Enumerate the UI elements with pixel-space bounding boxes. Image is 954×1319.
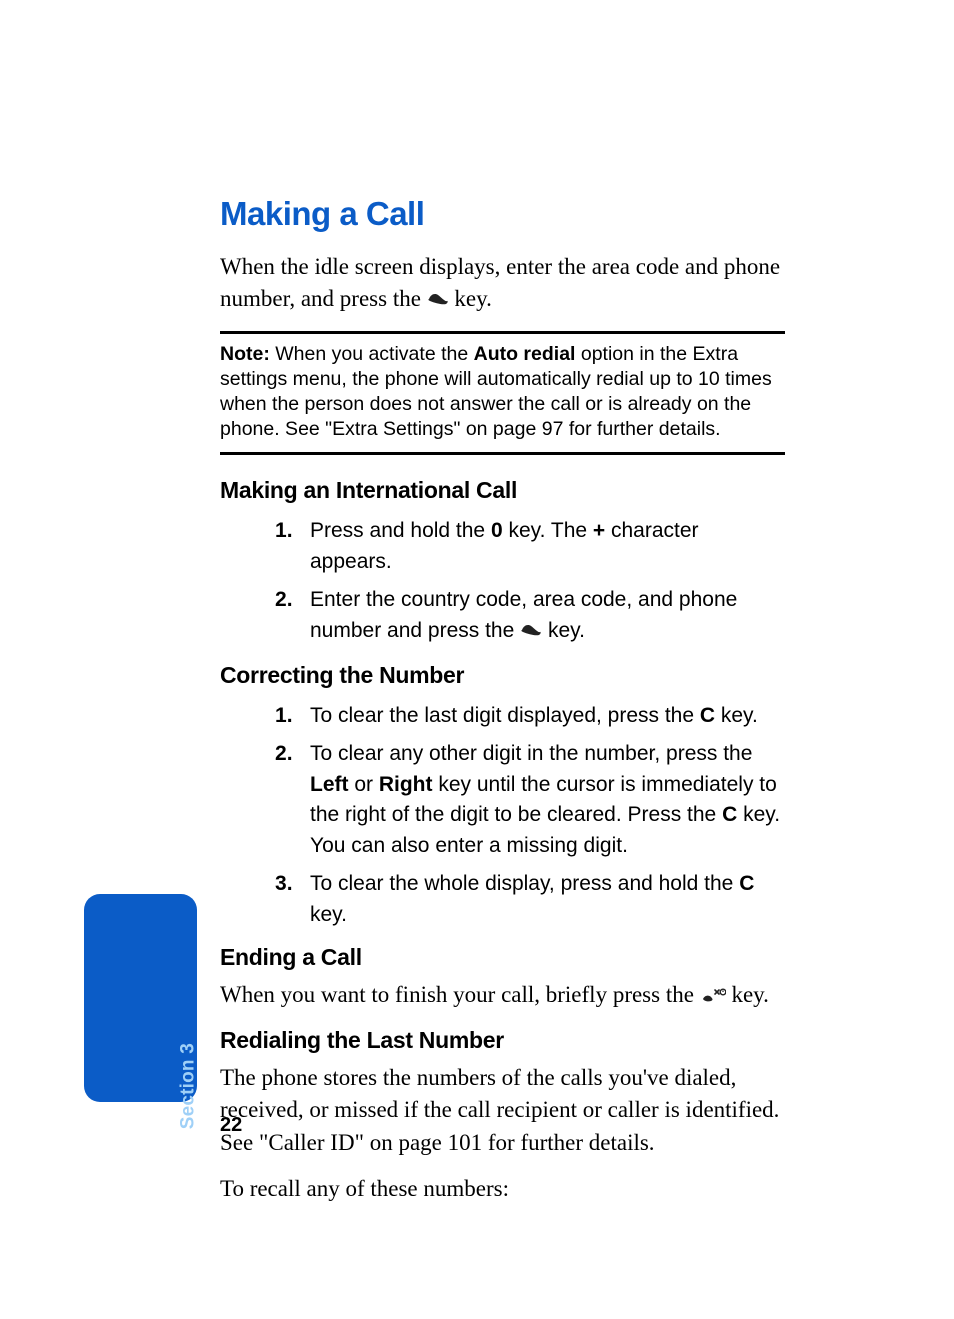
heading-correcting: Correcting the Number	[220, 662, 785, 689]
note-label: Note:	[220, 343, 270, 365]
phone-handset-icon	[520, 618, 542, 648]
intro-text-after: key.	[454, 286, 491, 311]
list-item: Press and hold the 0 key. The + characte…	[220, 512, 785, 581]
list-item: To clear any other digit in the number, …	[220, 735, 785, 865]
steps-correcting: To clear the last digit displayed, press…	[220, 697, 785, 934]
page-number: 22	[220, 1114, 242, 1137]
page-title: Making a Call	[220, 195, 785, 233]
redial-paragraph-2: To recall any of these numbers:	[220, 1173, 785, 1205]
note-text-1: When you activate the	[270, 343, 474, 365]
end-call-icon	[700, 981, 726, 1013]
heading-ending: Ending a Call	[220, 944, 785, 971]
heading-redial: Redialing the Last Number	[220, 1027, 785, 1054]
section-tab: Section 3	[84, 894, 197, 1102]
intro-paragraph: When the idle screen displays, enter the…	[220, 251, 785, 317]
list-item: Enter the country code, area code, and p…	[220, 581, 785, 652]
ending-text-before: When you want to finish your call, brief…	[220, 982, 700, 1007]
page-content: Making a Call When the idle screen displ…	[220, 195, 785, 1219]
manual-page: Section 3 Making a Call When the idle sc…	[0, 0, 954, 1319]
list-item: To clear the whole display, press and ho…	[220, 865, 785, 934]
redial-paragraph-1: The phone stores the numbers of the call…	[220, 1062, 785, 1159]
section-tab-label: Section 3	[177, 1043, 199, 1129]
ending-text-after: key.	[731, 982, 768, 1007]
note-box: Note: When you activate the Auto redial …	[220, 331, 785, 455]
phone-handset-icon	[427, 285, 449, 317]
list-item: To clear the last digit displayed, press…	[220, 697, 785, 735]
heading-international: Making an International Call	[220, 477, 785, 504]
intro-text-before: When the idle screen displays, enter the…	[220, 254, 780, 311]
note-bold: Auto redial	[474, 343, 576, 365]
ending-paragraph: When you want to finish your call, brief…	[220, 979, 785, 1013]
steps-international: Press and hold the 0 key. The + characte…	[220, 512, 785, 652]
